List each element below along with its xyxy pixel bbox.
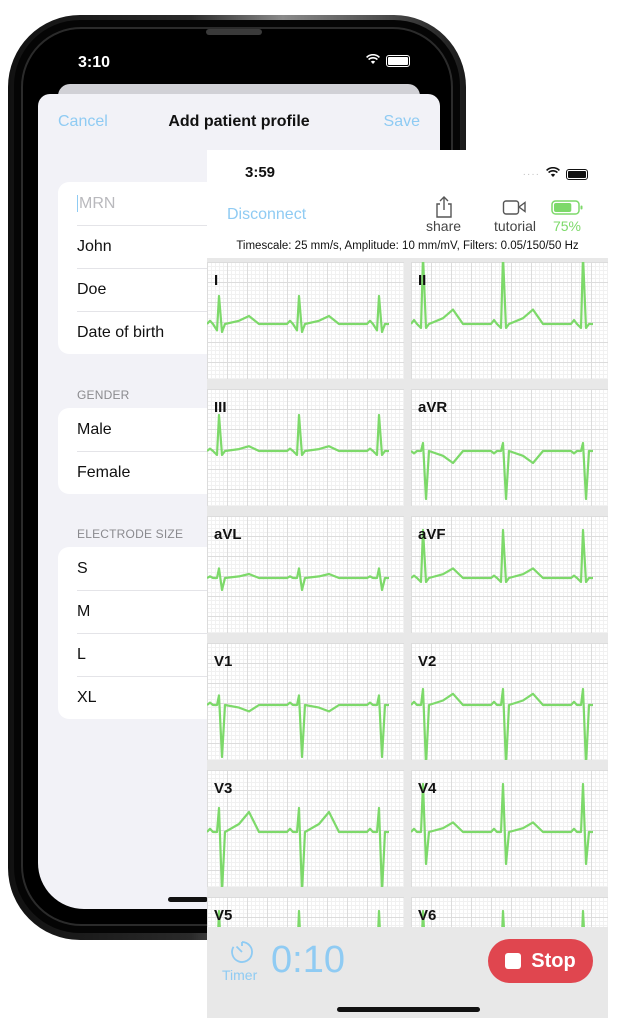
mrn-placeholder: MRN xyxy=(79,194,116,212)
first-name-value: John xyxy=(77,237,112,255)
ecg-lead-v1: V1 xyxy=(207,643,404,760)
ecg-lead-v3: V3 xyxy=(207,770,404,887)
gender-option-label: Female xyxy=(77,463,131,481)
ecg-trace-canvas xyxy=(411,782,593,866)
tutorial-button[interactable]: tutorial xyxy=(494,196,536,234)
electrode-size-label: L xyxy=(77,645,86,663)
ecg-trace-canvas xyxy=(207,694,389,759)
timer-value: 0:10 xyxy=(271,939,345,981)
ecg-trace xyxy=(411,782,593,866)
front-status-icons: ···· xyxy=(522,166,588,181)
ecg-trace-canvas xyxy=(207,806,389,887)
stop-label: Stop xyxy=(531,949,576,972)
electrode-size-section-header: ELECTRODE SIZE xyxy=(77,527,184,541)
electrode-size-label: M xyxy=(77,602,91,620)
share-label: share xyxy=(426,218,462,234)
ecg-lead-iii: III xyxy=(207,389,404,506)
ecg-trace xyxy=(207,806,389,887)
lead-label: aVL xyxy=(214,526,242,543)
ecg-recording-screen: 3:59 ···· Disconnect share tutorial 75% … xyxy=(207,150,608,1018)
speaker-grille xyxy=(206,29,262,35)
ecg-lead-v2: V2 xyxy=(411,643,608,760)
wifi-icon xyxy=(366,53,380,68)
lead-label: V1 xyxy=(214,653,233,670)
device-battery-status: 75% xyxy=(550,196,584,234)
ecg-trace xyxy=(207,567,389,592)
save-button[interactable]: Save xyxy=(384,113,420,131)
battery-icon xyxy=(566,168,588,180)
ecg-lead-ii: II xyxy=(411,262,608,379)
electrode-size-label: S xyxy=(77,559,88,577)
text-caret xyxy=(77,195,78,212)
ecg-lead-avf: aVF xyxy=(411,516,608,633)
lead-label: V4 xyxy=(418,780,437,797)
lead-label: V6 xyxy=(418,907,437,924)
battery-icon xyxy=(386,55,410,67)
date-of-birth-label: Date of birth xyxy=(77,323,165,341)
ecg-trace xyxy=(207,413,389,457)
ecg-trace-canvas xyxy=(207,294,389,334)
signal-icon: ···· xyxy=(522,168,540,180)
gender-option-label: Male xyxy=(77,420,112,438)
ecg-trace xyxy=(411,441,593,501)
last-name-value: Doe xyxy=(77,280,107,298)
sheet-title: Add patient profile xyxy=(168,113,310,130)
ecg-lead-i: I xyxy=(207,262,404,379)
ecg-trace xyxy=(207,294,389,334)
ecg-lead-avl: aVL xyxy=(207,516,404,633)
electrode-size-label: XL xyxy=(77,688,97,706)
stop-icon xyxy=(505,953,522,969)
wifi-icon xyxy=(546,166,560,181)
lead-label: II xyxy=(418,272,427,289)
recording-settings-info: Timescale: 25 mm/s, Amplitude: 10 mm/mV,… xyxy=(236,240,579,252)
battery-icon xyxy=(550,196,584,218)
gender-section-header: GENDER xyxy=(77,388,130,402)
ecg-lead-avr: aVR xyxy=(411,389,608,506)
lead-label: aVF xyxy=(418,526,446,543)
lead-label: I xyxy=(214,272,219,289)
disconnect-button[interactable]: Disconnect xyxy=(227,206,306,224)
lead-label: V2 xyxy=(418,653,437,670)
front-status-time: 3:59 xyxy=(245,164,276,181)
ecg-leads-grid: I II III aVR aVL aVF V1 V2 V3 V4 V5 V6 xyxy=(207,258,608,1014)
timer-label: Timer xyxy=(222,967,258,983)
ecg-trace-canvas xyxy=(411,262,593,330)
lead-label: aVR xyxy=(418,399,448,416)
lead-label: V5 xyxy=(214,907,233,924)
ecg-trace xyxy=(207,694,389,759)
back-status-icons xyxy=(366,53,410,68)
front-home-indicator xyxy=(337,1007,480,1012)
recording-controls-bar: Timer 0:10 Stop xyxy=(207,927,608,1018)
share-button[interactable]: share xyxy=(426,196,461,234)
video-camera-icon xyxy=(502,196,528,218)
ecg-trace-canvas xyxy=(207,413,389,457)
back-status-time: 3:10 xyxy=(78,54,111,71)
ecg-trace xyxy=(411,262,593,330)
share-icon xyxy=(435,196,453,218)
tutorial-label: tutorial xyxy=(494,218,537,234)
stop-recording-button[interactable]: Stop xyxy=(488,939,593,983)
timer-icon xyxy=(229,939,255,970)
ecg-lead-v4: V4 xyxy=(411,770,608,887)
battery-percentage: 75% xyxy=(552,218,582,234)
ecg-trace xyxy=(411,687,593,760)
lead-label: III xyxy=(214,399,227,416)
back-home-indicator xyxy=(168,897,208,902)
ecg-trace-canvas xyxy=(411,687,593,760)
lead-label: V3 xyxy=(214,780,233,797)
